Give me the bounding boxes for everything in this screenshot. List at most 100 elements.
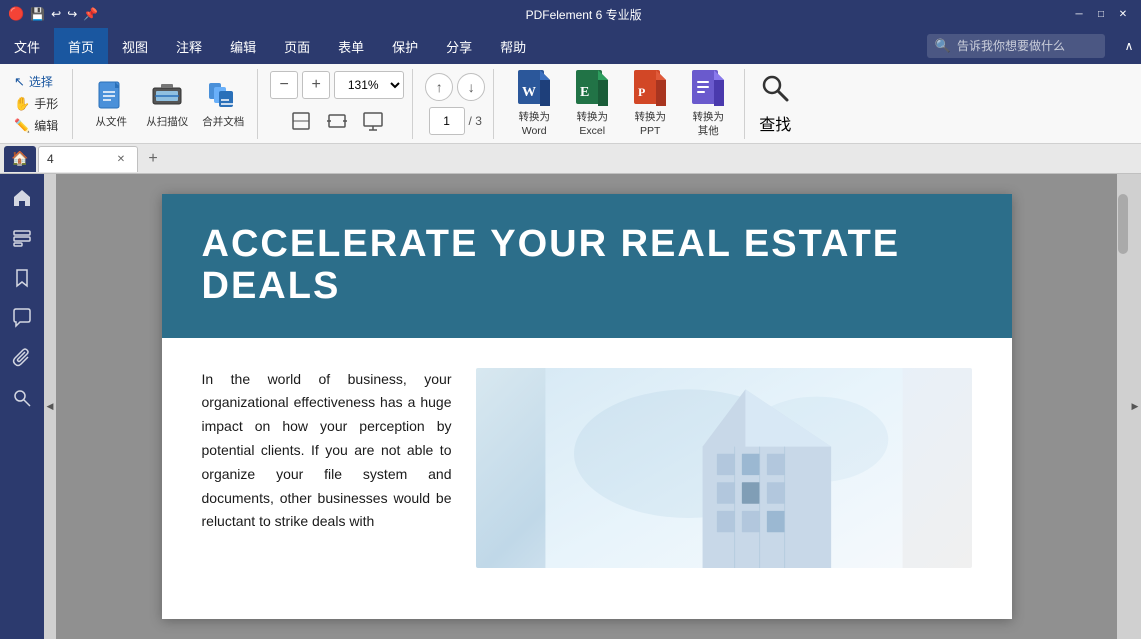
minimize-button[interactable]: ─ [1069, 6, 1089, 22]
from-scanner-icon [149, 78, 185, 114]
next-page-button[interactable]: ↓ [457, 73, 485, 101]
from-file-label: 从文件 [95, 116, 127, 129]
sidebar-attachment-icon[interactable] [6, 342, 38, 374]
page-nav-controls: ↑ ↓ / 3 [417, 69, 494, 139]
convert-ppt-button[interactable]: P 转换为PPT [622, 72, 678, 136]
menu-item-home[interactable]: 首页 [54, 28, 108, 64]
merge-icon [205, 78, 241, 114]
zoom-select[interactable]: 131% 100% 75% 50% 150% 200% [334, 71, 404, 99]
app-title: PDFelement 6 专业版 [98, 6, 1069, 23]
vertical-scrollbar[interactable] [1117, 174, 1129, 639]
page-separator: / 3 [469, 114, 482, 128]
sidebar-layers-icon[interactable] [6, 222, 38, 254]
pdf-text-column: In the world of business, your organizat… [202, 368, 452, 568]
redo-icon[interactable]: ↪ [67, 7, 77, 21]
convert-ppt-label: 转换为PPT [634, 111, 666, 138]
convert-excel-button[interactable]: E 转换为Excel [564, 72, 620, 136]
create-tools: 从文件 从扫描仪 [77, 69, 258, 139]
pdf-header-banner: ACCELERATE YOUR REAL ESTATE DEALS [162, 194, 1012, 338]
from-file-button[interactable]: 从文件 [85, 72, 137, 136]
menu-item-page[interactable]: 页面 [270, 28, 324, 64]
from-scanner-button[interactable]: 从扫描仪 [141, 72, 193, 136]
hand-tool-button[interactable]: ✋ 手形 [8, 94, 64, 114]
home-tab[interactable]: 🏠 [4, 146, 36, 172]
sidebar-toggle-icon: ◀ [47, 401, 54, 412]
tab-label: 4 [47, 152, 54, 166]
menu-item-view[interactable]: 视图 [108, 28, 162, 64]
title-bar: 🔴 💾 ↩ ↪ 📌 PDFelement 6 专业版 ─ □ ✕ [0, 0, 1141, 28]
convert-other-button[interactable]: 转换为其他 [680, 72, 736, 136]
prev-page-button[interactable]: ↑ [425, 73, 453, 101]
fit-width-button[interactable] [321, 105, 353, 137]
zoom-out-button[interactable]: − [270, 71, 298, 99]
close-tab-button[interactable]: ✕ [113, 151, 129, 167]
from-file-icon [93, 78, 129, 114]
zoom-controls: − + 131% 100% 75% 50% 150% 200% [262, 69, 413, 139]
pdf-viewing-area[interactable]: ACCELERATE YOUR REAL ESTATE DEALS In the… [56, 174, 1117, 639]
sidebar-home-icon[interactable] [6, 182, 38, 214]
present-button[interactable] [357, 105, 389, 137]
edit-icon: ✏️ [14, 118, 30, 134]
convert-tools: W 转换为Word E 转换为Excel [498, 69, 745, 139]
hand-label: 手形 [34, 95, 58, 112]
toolbar: ↖ 选择 ✋ 手形 ✏️ 编辑 从文件 [0, 64, 1141, 144]
menu-item-file[interactable]: 文件 [0, 28, 54, 64]
menu-item-share[interactable]: 分享 [432, 28, 486, 64]
left-sidebar [0, 174, 44, 639]
pdf-header-text: ACCELERATE YOUR REAL ESTATE DEALS [202, 224, 972, 308]
pdf-page: ACCELERATE YOUR REAL ESTATE DEALS In the… [162, 194, 1012, 619]
save-icon[interactable]: 💾 [30, 7, 45, 21]
pdf-image-column [476, 368, 972, 568]
home-icon: 🏠 [11, 150, 28, 167]
page-number-input[interactable] [429, 107, 465, 135]
menu-item-comment[interactable]: 注释 [162, 28, 216, 64]
convert-excel-label: 转换为Excel [576, 111, 608, 138]
close-button[interactable]: ✕ [1113, 6, 1133, 22]
menu-item-edit[interactable]: 编辑 [216, 28, 270, 64]
undo-icon[interactable]: ↩ [51, 7, 61, 21]
svg-text:W: W [522, 85, 536, 100]
search-tool-button[interactable]: 查找 [749, 72, 801, 136]
convert-excel-icon: E [576, 68, 608, 109]
menu-item-form[interactable]: 表单 [324, 28, 378, 64]
document-tab[interactable]: 4 ✕ [38, 146, 138, 172]
window-controls: ─ □ ✕ [1069, 6, 1133, 22]
merge-label: 合并文档 [202, 116, 244, 129]
mode-tools: ↖ 选择 ✋ 手形 ✏️ 编辑 [8, 69, 73, 139]
convert-word-icon: W [518, 68, 550, 109]
right-collapse-button[interactable]: ▶ [1129, 174, 1141, 639]
tab-bar: 🏠 4 ✕ + [0, 144, 1141, 174]
edit-tool-button[interactable]: ✏️ 编辑 [8, 116, 64, 136]
right-collapse-icon: ▶ [1132, 401, 1139, 412]
search-tool-icon [759, 72, 791, 109]
svg-text:E: E [580, 85, 589, 100]
convert-other-label: 转换为其他 [692, 111, 724, 138]
menu-search-box[interactable]: 🔍 [927, 34, 1105, 58]
main-content: ◀ ACCELERATE YOUR REAL ESTATE DEALS In t… [0, 174, 1141, 639]
select-icon: ↖ [14, 74, 25, 90]
select-tool-button[interactable]: ↖ 选择 [8, 72, 64, 92]
merge-button[interactable]: 合并文档 [197, 72, 249, 136]
menu-search-input[interactable] [957, 39, 1097, 53]
sidebar-search-icon[interactable] [6, 382, 38, 414]
sidebar-comment-icon[interactable] [6, 302, 38, 334]
maximize-button[interactable]: □ [1091, 6, 1111, 22]
menu-item-protect[interactable]: 保护 [378, 28, 432, 64]
zoom-in-button[interactable]: + [302, 71, 330, 99]
fit-page-button[interactable] [285, 105, 317, 137]
sidebar-bookmark-icon[interactable] [6, 262, 38, 294]
scrollbar-thumb[interactable] [1118, 194, 1128, 254]
sidebar-toggle-button[interactable]: ◀ [44, 174, 56, 639]
convert-word-button[interactable]: W 转换为Word [506, 72, 562, 136]
menu-item-help[interactable]: 帮助 [486, 28, 540, 64]
pdf-content: In the world of business, your organizat… [162, 338, 1012, 598]
add-tab-button[interactable]: + [140, 146, 166, 172]
pdf-body-text: In the world of business, your organizat… [202, 368, 452, 535]
select-label: 选择 [29, 73, 53, 90]
pin-icon[interactable]: 📌 [83, 7, 98, 21]
convert-other-icon [692, 68, 724, 109]
search-tool-label: 查找 [759, 111, 791, 135]
menu-collapse-button[interactable]: ∧ [1117, 28, 1141, 64]
hand-icon: ✋ [14, 96, 30, 112]
convert-word-label: 转换为Word [518, 111, 550, 138]
